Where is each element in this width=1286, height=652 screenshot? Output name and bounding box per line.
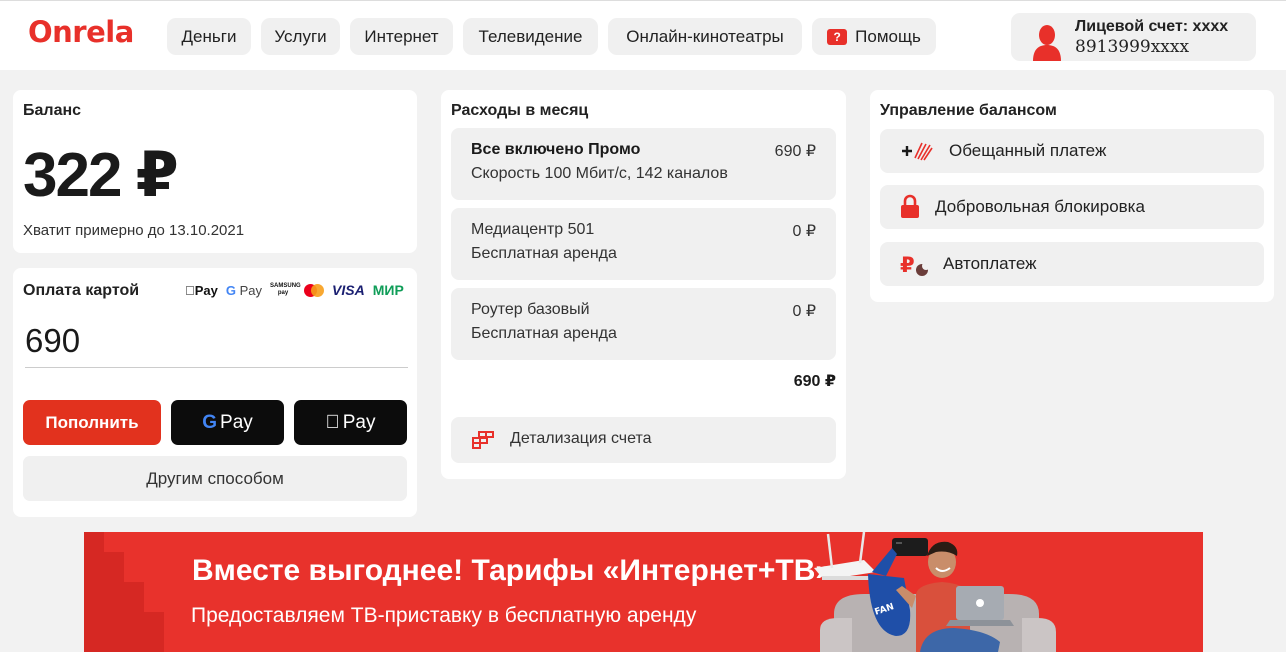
voluntary-block-label: Добровольная блокировка <box>935 197 1145 216</box>
topup-button[interactable]: Пополнить <box>23 400 161 445</box>
promise-payment-icon <box>902 142 933 161</box>
expense-item[interactable]: Все включено Промо Скорость 100 Мбит/с, … <box>451 128 836 200</box>
banner-pixel-pattern <box>84 532 164 652</box>
nav-tv[interactable]: Телевидение <box>463 18 598 55</box>
balance-amount: 322 ₽ <box>23 141 179 210</box>
google-pay-logo: G Pay <box>216 282 262 298</box>
promised-payment-button[interactable]: Обещанный платеж <box>880 129 1264 173</box>
google-pay-label: Pay <box>220 411 253 433</box>
expenses-title: Расходы в месяц <box>451 102 589 119</box>
autopay-button[interactable]: ₽ Автоплатеж <box>880 242 1264 286</box>
banner-subtitle: Предоставляем ТВ-приставку в бесплатную … <box>191 604 697 627</box>
other-method-button[interactable]: Другим способом <box>23 456 407 501</box>
amount-input[interactable]: 690 <box>25 318 408 368</box>
balance-management-card: Управление балансом Обещанный платеж Доб… <box>870 90 1274 302</box>
voluntary-block-button[interactable]: Добровольная блокировка <box>880 185 1264 229</box>
header: Onrela Деньги Услуги Интернет Телевидени… <box>0 0 1286 70</box>
apple-icon:  <box>326 412 340 434</box>
card-payment-title: Оплата картой <box>23 282 140 299</box>
autopay-label: Автоплатеж <box>943 254 1037 273</box>
details-icon <box>472 431 494 449</box>
visa-logo: VISA <box>322 282 365 298</box>
expense-name: Медиацентр 501 <box>471 221 595 238</box>
mastercard-logo <box>304 283 325 297</box>
account-number: 8913999xxxx <box>1075 37 1190 57</box>
promo-banner[interactable]: Вместе выгоднее! Тарифы «Интернет+ТВ» Пр… <box>84 532 1203 652</box>
nav-online-cinemas[interactable]: Онлайн-кинотеатры <box>608 18 802 55</box>
expense-name: Все включено Промо <box>471 141 641 158</box>
nav-help-label: Помощь <box>855 26 921 46</box>
balance-note: Хватит примерно до 13.10.2021 <box>23 222 245 239</box>
banner-title: Вместе выгоднее! Тарифы «Интернет+ТВ» <box>192 554 833 587</box>
google-pay-button[interactable]: G Pay <box>171 400 284 445</box>
expense-sub: Бесплатная аренда <box>471 245 617 262</box>
expenses-card: Расходы в месяц Все включено Промо Скоро… <box>441 90 846 479</box>
expense-price: 690 ₽ <box>774 143 816 160</box>
samsung-pay-logo: SAMSUNG pay <box>260 283 301 296</box>
balance-card: Баланс 322 ₽ Хватит примерно до 13.10.20… <box>13 90 417 253</box>
lock-icon <box>901 194 919 218</box>
balance-title: Баланс <box>23 102 82 119</box>
apple-pay-logo: Pay <box>185 282 218 298</box>
promised-payment-label: Обещанный платеж <box>949 141 1107 160</box>
expense-item[interactable]: Роутер базовый Бесплатная аренда 0 ₽ <box>451 288 836 360</box>
expense-price: 0 ₽ <box>792 303 816 320</box>
logo[interactable]: Onrela <box>28 15 134 49</box>
apple-pay-label: Pay <box>335 411 376 433</box>
card-payment: Оплата картой Pay G Pay SAMSUNGpay VISA… <box>13 268 417 517</box>
nav-money[interactable]: Деньги <box>167 18 251 55</box>
account-card[interactable]: Лицевой счет: xxxx 8913999xxxx <box>1011 13 1256 61</box>
mir-logo: МИР <box>362 282 404 298</box>
expense-name: Роутер базовый <box>471 301 590 318</box>
balance-management-title: Управление балансом <box>880 102 1057 119</box>
account-title: Лицевой счет: xxxx <box>1075 18 1229 35</box>
nav-help[interactable]: ? Помощь <box>812 18 936 55</box>
expenses-total: 690 ₽ <box>793 373 836 390</box>
svg-text:₽: ₽ <box>900 253 915 277</box>
help-icon: ? <box>827 28 848 45</box>
banner-illustration: FAN <box>814 532 1056 652</box>
payment-logos: Pay G Pay SAMSUNGpay VISA МИР <box>185 282 404 298</box>
expense-sub: Скорость 100 Мбит/с, 142 каналов <box>471 165 728 182</box>
nav-internet[interactable]: Интернет <box>350 18 453 55</box>
details-label: Детализация счета <box>510 430 652 447</box>
expense-price: 0 ₽ <box>792 223 816 240</box>
google-g-icon: G <box>202 411 218 433</box>
expense-item[interactable]: Медиацентр 501 Бесплатная аренда 0 ₽ <box>451 208 836 280</box>
expense-sub: Бесплатная аренда <box>471 325 617 342</box>
nav-services[interactable]: Услуги <box>261 18 340 55</box>
avatar-icon <box>1033 25 1061 61</box>
account-details-button[interactable]: Детализация счета <box>451 417 836 463</box>
autopay-icon: ₽ <box>900 253 930 277</box>
apple-pay-button[interactable]:  Pay <box>294 400 407 445</box>
